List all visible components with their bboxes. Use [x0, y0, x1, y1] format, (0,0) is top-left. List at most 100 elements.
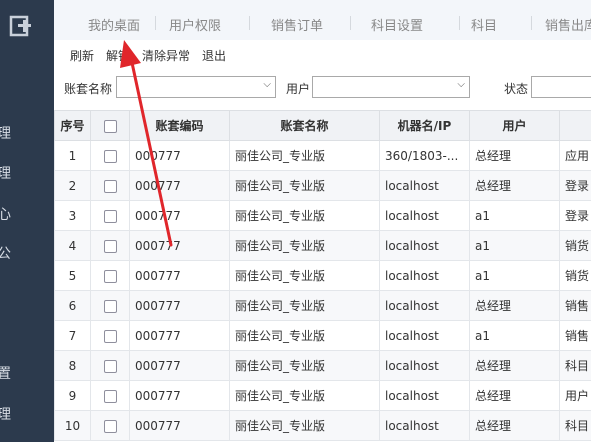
account-name-label: 账套名称 — [64, 82, 113, 96]
machine-ip-cell: localhost — [379, 200, 470, 231]
clear-errors-button[interactable]: 清除异常 — [142, 47, 190, 64]
account-code-cell: 000777 — [129, 230, 230, 261]
column-header-machine-ip: 机器名/IP — [379, 110, 470, 141]
sidebar-item-label[interactable]: 理 — [0, 408, 11, 422]
machine-ip-cell: localhost — [379, 380, 470, 411]
column-header-user: 用户 — [469, 110, 560, 141]
sidebar-item-label[interactable]: 心 — [0, 208, 11, 222]
user-cell: 总经理 — [469, 380, 560, 411]
tab-user-permissions[interactable]: 用户权限 — [169, 15, 221, 34]
machine-ip-cell: localhost — [379, 350, 470, 381]
tab-accounts[interactable]: 科目 — [471, 15, 497, 34]
user-cell: a1 — [469, 260, 560, 291]
operation-cell: 用户 — [559, 380, 591, 411]
row-checkbox[interactable] — [90, 380, 130, 411]
row-checkbox[interactable] — [90, 170, 130, 201]
table-row[interactable]: 9 000777 丽佳公司_专业版 localhost 总经理 用户 — [54, 380, 591, 411]
column-header-index: 序号 — [54, 110, 91, 141]
sidebar-item-label[interactable]: 理 — [0, 167, 11, 181]
sidebar-item-label[interactable]: 公 — [0, 247, 11, 261]
status-select[interactable] — [531, 76, 591, 98]
user-cell: 总经理 — [469, 350, 560, 381]
row-index: 2 — [54, 170, 91, 201]
unlock-button[interactable]: 解锁 — [106, 47, 130, 64]
account-code-cell: 000777 — [129, 200, 230, 231]
account-name-cell: 丽佳公司_专业版 — [229, 170, 380, 201]
session-table: 序号 账套编码 账套名称 机器名/IP 用户 1 000777 丽佳公司_专业版 36… — [54, 110, 591, 441]
row-select-checkbox[interactable] — [103, 209, 117, 223]
tab-my-desktop[interactable]: 我的桌面 — [88, 15, 140, 34]
row-checkbox[interactable] — [90, 140, 130, 171]
account-code-cell: 000777 — [129, 290, 230, 321]
tab-sales-orders[interactable]: 销售订单 — [271, 15, 323, 34]
operation-cell: 科目 — [559, 350, 591, 381]
column-header-account-code: 账套编码 — [129, 110, 230, 141]
row-index: 7 — [54, 320, 91, 351]
select-all-checkbox[interactable] — [103, 119, 117, 133]
operation-cell: 销货 — [559, 260, 591, 291]
table-row[interactable]: 2 000777 丽佳公司_专业版 localhost 总经理 登录 — [54, 170, 591, 201]
table-row[interactable]: 1 000777 丽佳公司_专业版 360/1803-... 总经理 应用 — [54, 140, 591, 171]
row-select-checkbox[interactable] — [103, 299, 117, 313]
row-checkbox[interactable] — [90, 230, 130, 261]
table-row[interactable]: 7 000777 丽佳公司_专业版 localhost a1 销售 — [54, 320, 591, 351]
tab-separator — [459, 16, 460, 30]
account-code-cell: 000777 — [129, 350, 230, 381]
status-label: 状态 — [504, 82, 529, 96]
account-name-cell: 丽佳公司_专业版 — [229, 140, 380, 171]
column-header-select-all[interactable] — [90, 110, 130, 141]
sidebar: 理 理 心 公 置 理 — [0, 0, 54, 442]
tab-separator — [350, 16, 351, 30]
row-index: 6 — [54, 290, 91, 321]
row-select-checkbox[interactable] — [103, 329, 117, 343]
row-select-checkbox[interactable] — [103, 419, 117, 433]
account-name-cell: 丽佳公司_专业版 — [229, 200, 380, 231]
row-select-checkbox[interactable] — [103, 389, 117, 403]
account-name-cell: 丽佳公司_专业版 — [229, 230, 380, 261]
row-checkbox[interactable] — [90, 350, 130, 381]
operation-cell: 登录 — [559, 170, 591, 201]
tab-account-settings[interactable]: 科目设置 — [371, 15, 423, 34]
account-name-cell: 丽佳公司_专业版 — [229, 350, 380, 381]
user-select[interactable]: ⌵ — [312, 76, 470, 98]
refresh-button[interactable]: 刷新 — [70, 47, 94, 64]
table-row[interactable]: 6 000777 丽佳公司_专业版 localhost 总经理 销售 — [54, 290, 591, 321]
tab-sales-outbound[interactable]: 销售出库 — [545, 15, 591, 34]
account-code-cell: 000777 — [129, 410, 230, 441]
table-row[interactable]: 5 000777 丽佳公司_专业版 localhost a1 销货 — [54, 260, 591, 291]
row-select-checkbox[interactable] — [103, 239, 117, 253]
row-checkbox[interactable] — [90, 410, 130, 441]
operation-cell: 应用 — [559, 140, 591, 171]
row-select-checkbox[interactable] — [103, 359, 117, 373]
operation-cell: 销货 — [559, 230, 591, 261]
row-index: 8 — [54, 350, 91, 381]
app-logo-icon[interactable] — [8, 14, 34, 40]
machine-ip-cell: localhost — [379, 170, 470, 201]
exit-button[interactable]: 退出 — [202, 47, 226, 64]
row-checkbox[interactable] — [90, 260, 130, 291]
sidebar-item-label[interactable]: 置 — [0, 367, 11, 381]
sidebar-item-label[interactable]: 理 — [0, 127, 11, 141]
chevron-down-icon: ⌵ — [263, 79, 271, 90]
table-row[interactable]: 3 000777 丽佳公司_专业版 localhost a1 登录 — [54, 200, 591, 231]
row-select-checkbox[interactable] — [103, 269, 117, 283]
row-index: 4 — [54, 230, 91, 261]
tab-separator — [155, 16, 156, 30]
table-row[interactable]: 4 000777 丽佳公司_专业版 localhost a1 销货 — [54, 230, 591, 261]
row-select-checkbox[interactable] — [103, 179, 117, 193]
row-select-checkbox[interactable] — [103, 149, 117, 163]
account-name-select[interactable]: ⌵ — [116, 76, 276, 98]
row-checkbox[interactable] — [90, 320, 130, 351]
table-row[interactable]: 10 000777 丽佳公司_专业版 localhost 总经理 科目 — [54, 410, 591, 441]
account-name-cell: 丽佳公司_专业版 — [229, 320, 380, 351]
account-code-cell: 000777 — [129, 260, 230, 291]
table-row[interactable]: 8 000777 丽佳公司_专业版 localhost 总经理 科目 — [54, 350, 591, 381]
row-checkbox[interactable] — [90, 200, 130, 231]
row-checkbox[interactable] — [90, 290, 130, 321]
user-cell: 总经理 — [469, 410, 560, 441]
row-index: 5 — [54, 260, 91, 291]
user-cell: 总经理 — [469, 290, 560, 321]
machine-ip-cell: localhost — [379, 260, 470, 291]
toolbar: 刷新 解锁 清除异常 退出 — [54, 40, 591, 70]
column-header-account-name: 账套名称 — [229, 110, 380, 141]
